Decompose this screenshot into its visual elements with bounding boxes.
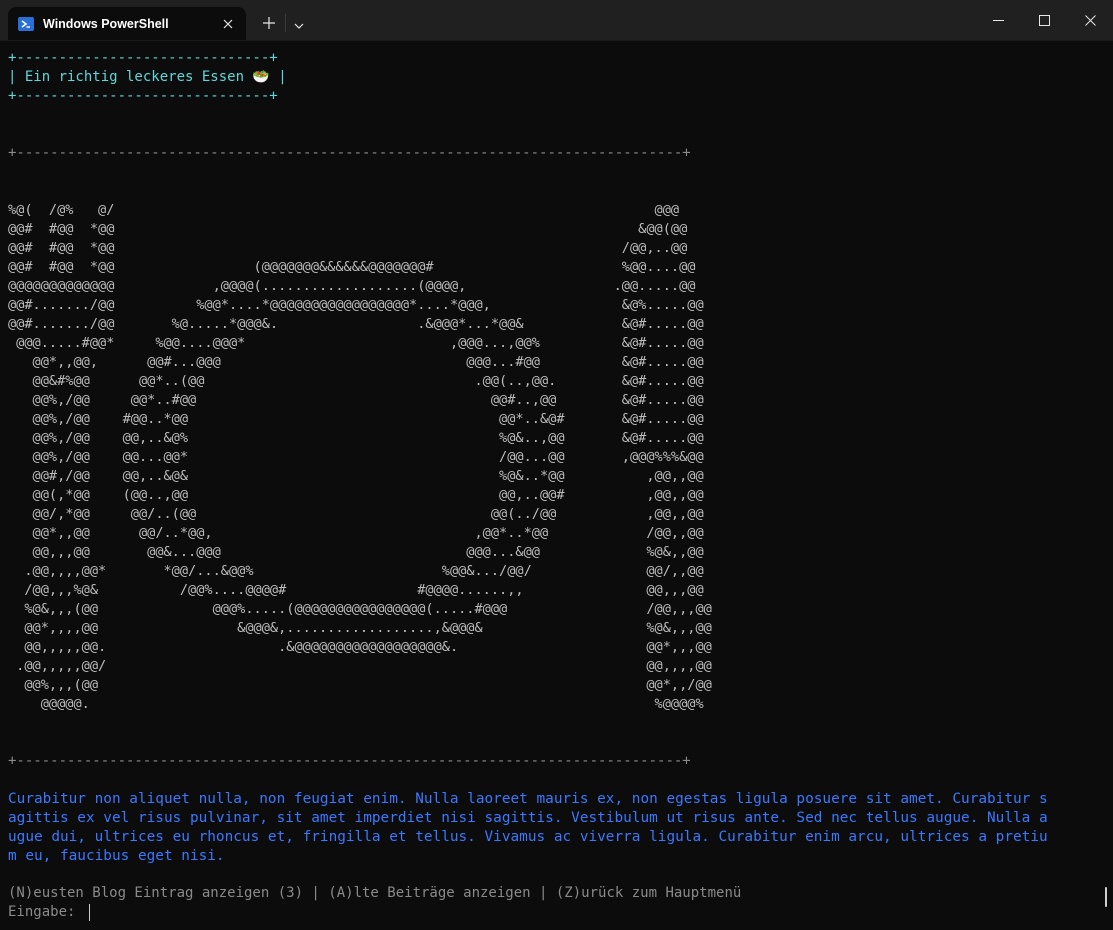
ascii-art-line: @@@.....#@@* %@@....@@@* ,@@@...,@@% &@#… — [8, 335, 704, 351]
ascii-art-line: %@&,,,(@@ @@@%.....(@@@@@@@@@@@@@@@@(...… — [8, 601, 712, 617]
ascii-art-line: @@%,/@@ @@*..#@@ @@#..,@@ &@#.....@@ — [8, 392, 704, 408]
header-box-bottom: +------------------------------+ — [8, 88, 278, 104]
plus-icon — [263, 14, 275, 33]
ascii-art-line: @@*,,,,@@ &@@@&,..................,&@@@&… — [8, 620, 712, 636]
title-bar: Windows PowerShell — [0, 0, 1113, 41]
ascii-art-line: @@,,,@@ @@&...@@@ @@@...&@@ %@&,,@@ — [8, 544, 704, 560]
ascii-art-line: @@#......./@@ %@@*....*@@@@@@@@@@@@@@@@@… — [8, 297, 704, 313]
paragraph-line: m eu, faucibus eget nisi. — [8, 848, 225, 864]
ascii-art-line: @@(,*@@ (@@..,@@ @@,..@@# ,@@,,@@ — [8, 487, 704, 503]
ascii-art-line: @@#......./@@ %@.....*@@@&. .&@@@*...*@@… — [8, 316, 704, 332]
input-prompt[interactable]: Eingabe: — [8, 903, 84, 922]
terminal-output[interactable]: +------------------------------+ | Ein r… — [0, 41, 1113, 930]
ascii-art-line: @@%,,,(@@ @@*,,/@@ — [8, 677, 712, 693]
paragraph-line: ugue dui, ultrices eu rhoncus et, fringi… — [8, 829, 1048, 845]
scrollbar[interactable] — [1105, 887, 1107, 907]
tab-title: Windows PowerShell — [43, 16, 169, 31]
tab-windows-powershell[interactable]: Windows PowerShell — [8, 7, 246, 40]
ascii-art-line: @@#,/@@ @@,..&@& %@&..*@@ ,@@,,@@ — [8, 468, 704, 484]
powershell-icon — [18, 16, 34, 31]
ascii-art-line: .@@,,,,@@* *@@/...&@@% %@@&.../@@/ @@/,,… — [8, 563, 704, 579]
ascii-art-line: @@,,,,,@@. .&@@@@@@@@@@@@@@@@@@&. @@*,,,… — [8, 639, 712, 655]
chevron-down-icon — [294, 14, 304, 33]
separator-top: +---------------------------------------… — [8, 145, 691, 161]
minimize-button[interactable] — [975, 0, 1021, 40]
ascii-art-line: %@( /@% @/ @@@ — [8, 202, 680, 218]
ascii-art-line: /@@,,,%@& /@@%....@@@@# #@@@@......,, @@… — [8, 582, 704, 598]
ascii-art-line: @@%,/@@ @@,..&@% %@&..,@@ &@#.....@@ — [8, 430, 704, 446]
ascii-art-line: .@@,,,,,@@/ @@,,,,@@ — [8, 658, 712, 674]
ascii-art-line: @@*,,@@ @@/..*@@, ,@@*..*@@ /@@,,@@ — [8, 525, 704, 541]
ascii-art-line: @@@@@. %@@@@% — [8, 696, 704, 712]
header-box-top: +------------------------------+ — [8, 50, 278, 66]
ascii-art-line: @@*,,@@, @@#...@@@ @@@...#@@ &@#.....@@ — [8, 354, 704, 370]
ascii-art-line: @@# #@@ *@@ &@@(@@ — [8, 221, 688, 237]
close-window-button[interactable] — [1067, 0, 1113, 40]
tab-separator — [285, 14, 286, 32]
maximize-button[interactable] — [1021, 0, 1067, 40]
tab-dropdown-button[interactable] — [290, 12, 308, 34]
ascii-art-line: @@%,/@@ #@@..*@@ @@*..&@# &@#.....@@ — [8, 411, 704, 427]
ascii-art-line: @@@@@@@@@@@@@ ,@@@@(...................(… — [8, 278, 696, 294]
text-cursor — [89, 904, 90, 921]
ascii-art-line: @@# #@@ *@@ /@@,..@@ — [8, 240, 688, 256]
minimize-icon — [992, 11, 1004, 30]
close-icon[interactable] — [218, 14, 238, 34]
close-window-icon — [1084, 11, 1096, 30]
menu-options: (N)eusten Blog Eintrag anzeigen (3) | (A… — [8, 885, 742, 901]
ascii-art-line: @@/,*@@ @@/..(@@ @@(../@@ ,@@,,@@ — [8, 506, 704, 522]
ascii-art-line: @@# #@@ *@@ (@@@@@@@&&&&&&@@@@@@@# %@@..… — [8, 259, 696, 275]
ascii-art-line: @@%,/@@ @@...@@* /@@...@@ ,@@@%%%&@@ — [8, 449, 704, 465]
maximize-icon — [1038, 11, 1050, 30]
ascii-art-line: @@&#%@@ @@*..(@@ .@@(..,@@. &@#.....@@ — [8, 373, 704, 389]
paragraph-line: Curabitur non aliquet nulla, non feugiat… — [8, 791, 1048, 807]
new-tab-button[interactable] — [258, 12, 280, 34]
header-box-title: | Ein richtig leckeres Essen 🥗 | — [8, 69, 287, 85]
separator-bottom: +---------------------------------------… — [8, 753, 691, 769]
paragraph-line: agittis ex vel risus pulvinar, sit amet … — [8, 810, 1048, 826]
